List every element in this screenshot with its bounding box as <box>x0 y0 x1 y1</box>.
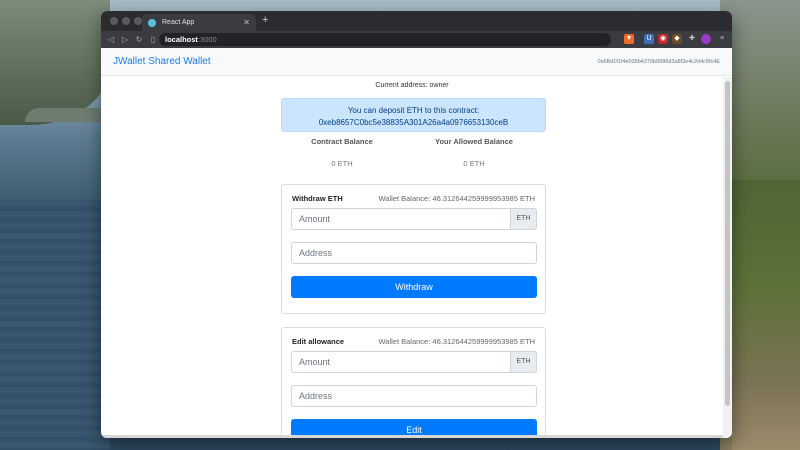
withdraw-amount-group: Amount ETH <box>291 208 537 230</box>
url-port: :3000 <box>197 35 217 44</box>
allowed-balance-label: Your Allowed Balance <box>435 137 513 146</box>
extension-icon[interactable]: ✚ <box>687 34 697 44</box>
withdraw-button[interactable]: Withdraw <box>291 276 537 298</box>
browser-tab[interactable]: React App ✕ <box>142 14 256 31</box>
contract-balance-label: Contract Balance <box>311 137 373 146</box>
allowance-unit-label: ETH <box>511 351 537 373</box>
background-sea <box>0 200 110 450</box>
new-tab-icon[interactable]: + <box>262 14 268 26</box>
brave-shield-icon[interactable]: ▼ <box>624 34 634 44</box>
withdraw-address-group: Address <box>291 242 537 264</box>
extension-red-icon[interactable]: ◉ <box>658 34 668 44</box>
main-content: Current address: owner You can deposit E… <box>101 77 723 438</box>
withdraw-address-input[interactable]: Address <box>291 242 537 264</box>
close-window-button[interactable] <box>110 17 118 25</box>
bitwarden-icon[interactable]: U <box>644 34 654 44</box>
allowed-balance-value: 0 ETH <box>463 159 485 168</box>
withdraw-title: Withdraw ETH <box>292 194 343 203</box>
deposit-text: You can deposit ETH to this contract: <box>347 106 480 115</box>
back-icon[interactable]: ◁ <box>104 35 118 44</box>
wallet-balance: Wallet Balance: 46.312644259999953985 ET… <box>378 194 535 203</box>
horizontal-scrollbar[interactable] <box>101 435 723 438</box>
tab-title: React App <box>162 19 195 26</box>
url-host: localhost <box>165 35 198 44</box>
metamask-icon[interactable]: ◆ <box>672 34 682 44</box>
current-address: Current address: owner <box>375 82 449 89</box>
browser-window: React App ✕ + ◁ ▷ ↻ ▯ localhost :3000 ▼ … <box>101 11 732 438</box>
background-island <box>25 108 110 122</box>
account-address: 0x6Bd1f1f4e035b4370b0686d3a8f3e4c2d4c5fc… <box>597 58 720 65</box>
background-coast-vegetation <box>732 180 800 450</box>
tab-bar: React App ✕ + <box>101 11 732 31</box>
reload-icon[interactable]: ↻ <box>132 35 146 44</box>
close-tab-icon[interactable]: ✕ <box>243 18 250 27</box>
menu-icon[interactable]: ≡ <box>717 34 727 44</box>
withdraw-unit-label: ETH <box>511 208 537 230</box>
scrollbar-thumb[interactable] <box>725 81 730 406</box>
withdraw-card: Withdraw ETH Wallet Balance: 46.31264425… <box>281 184 546 314</box>
allowance-title: Edit allowance <box>292 337 345 346</box>
maximize-window-button[interactable] <box>134 17 142 25</box>
contract-balance-value: 0 ETH <box>331 159 353 168</box>
wallet-balance: Wallet Balance: 46.312644259999953985 ET… <box>378 337 535 346</box>
profile-avatar[interactable] <box>701 34 711 44</box>
minimize-window-button[interactable] <box>122 17 130 25</box>
forward-icon[interactable]: ▷ <box>118 35 132 44</box>
app-brand[interactable]: JWallet Shared Wallet <box>113 56 211 67</box>
bookmark-icon[interactable]: ▯ <box>146 35 160 44</box>
allowance-address-input[interactable]: Address <box>291 385 537 407</box>
app-navbar: JWallet Shared Wallet 0x6Bd1f1f4e035b437… <box>101 48 732 76</box>
withdraw-amount-input[interactable]: Amount <box>291 208 511 230</box>
allowance-address-group: Address <box>291 385 537 407</box>
allowance-card: Edit allowance Wallet Balance: 46.312644… <box>281 327 546 438</box>
vertical-scrollbar[interactable] <box>723 77 732 438</box>
allowance-amount-group: Amount ETH <box>291 351 537 373</box>
browser-toolbar: ◁ ▷ ↻ ▯ localhost :3000 ▼ U ◉ ◆ ✚ ≡ <box>101 31 732 48</box>
deposit-alert: You can deposit ETH to this contract: 0x… <box>281 98 546 132</box>
allowance-amount-input[interactable]: Amount <box>291 351 511 373</box>
address-bar[interactable]: localhost :3000 <box>159 33 611 46</box>
react-favicon-icon <box>148 18 156 27</box>
contract-address: 0xeb8657C0bc5e38835A301A26a4a0976653130c… <box>318 118 509 127</box>
background-hill <box>0 0 110 125</box>
